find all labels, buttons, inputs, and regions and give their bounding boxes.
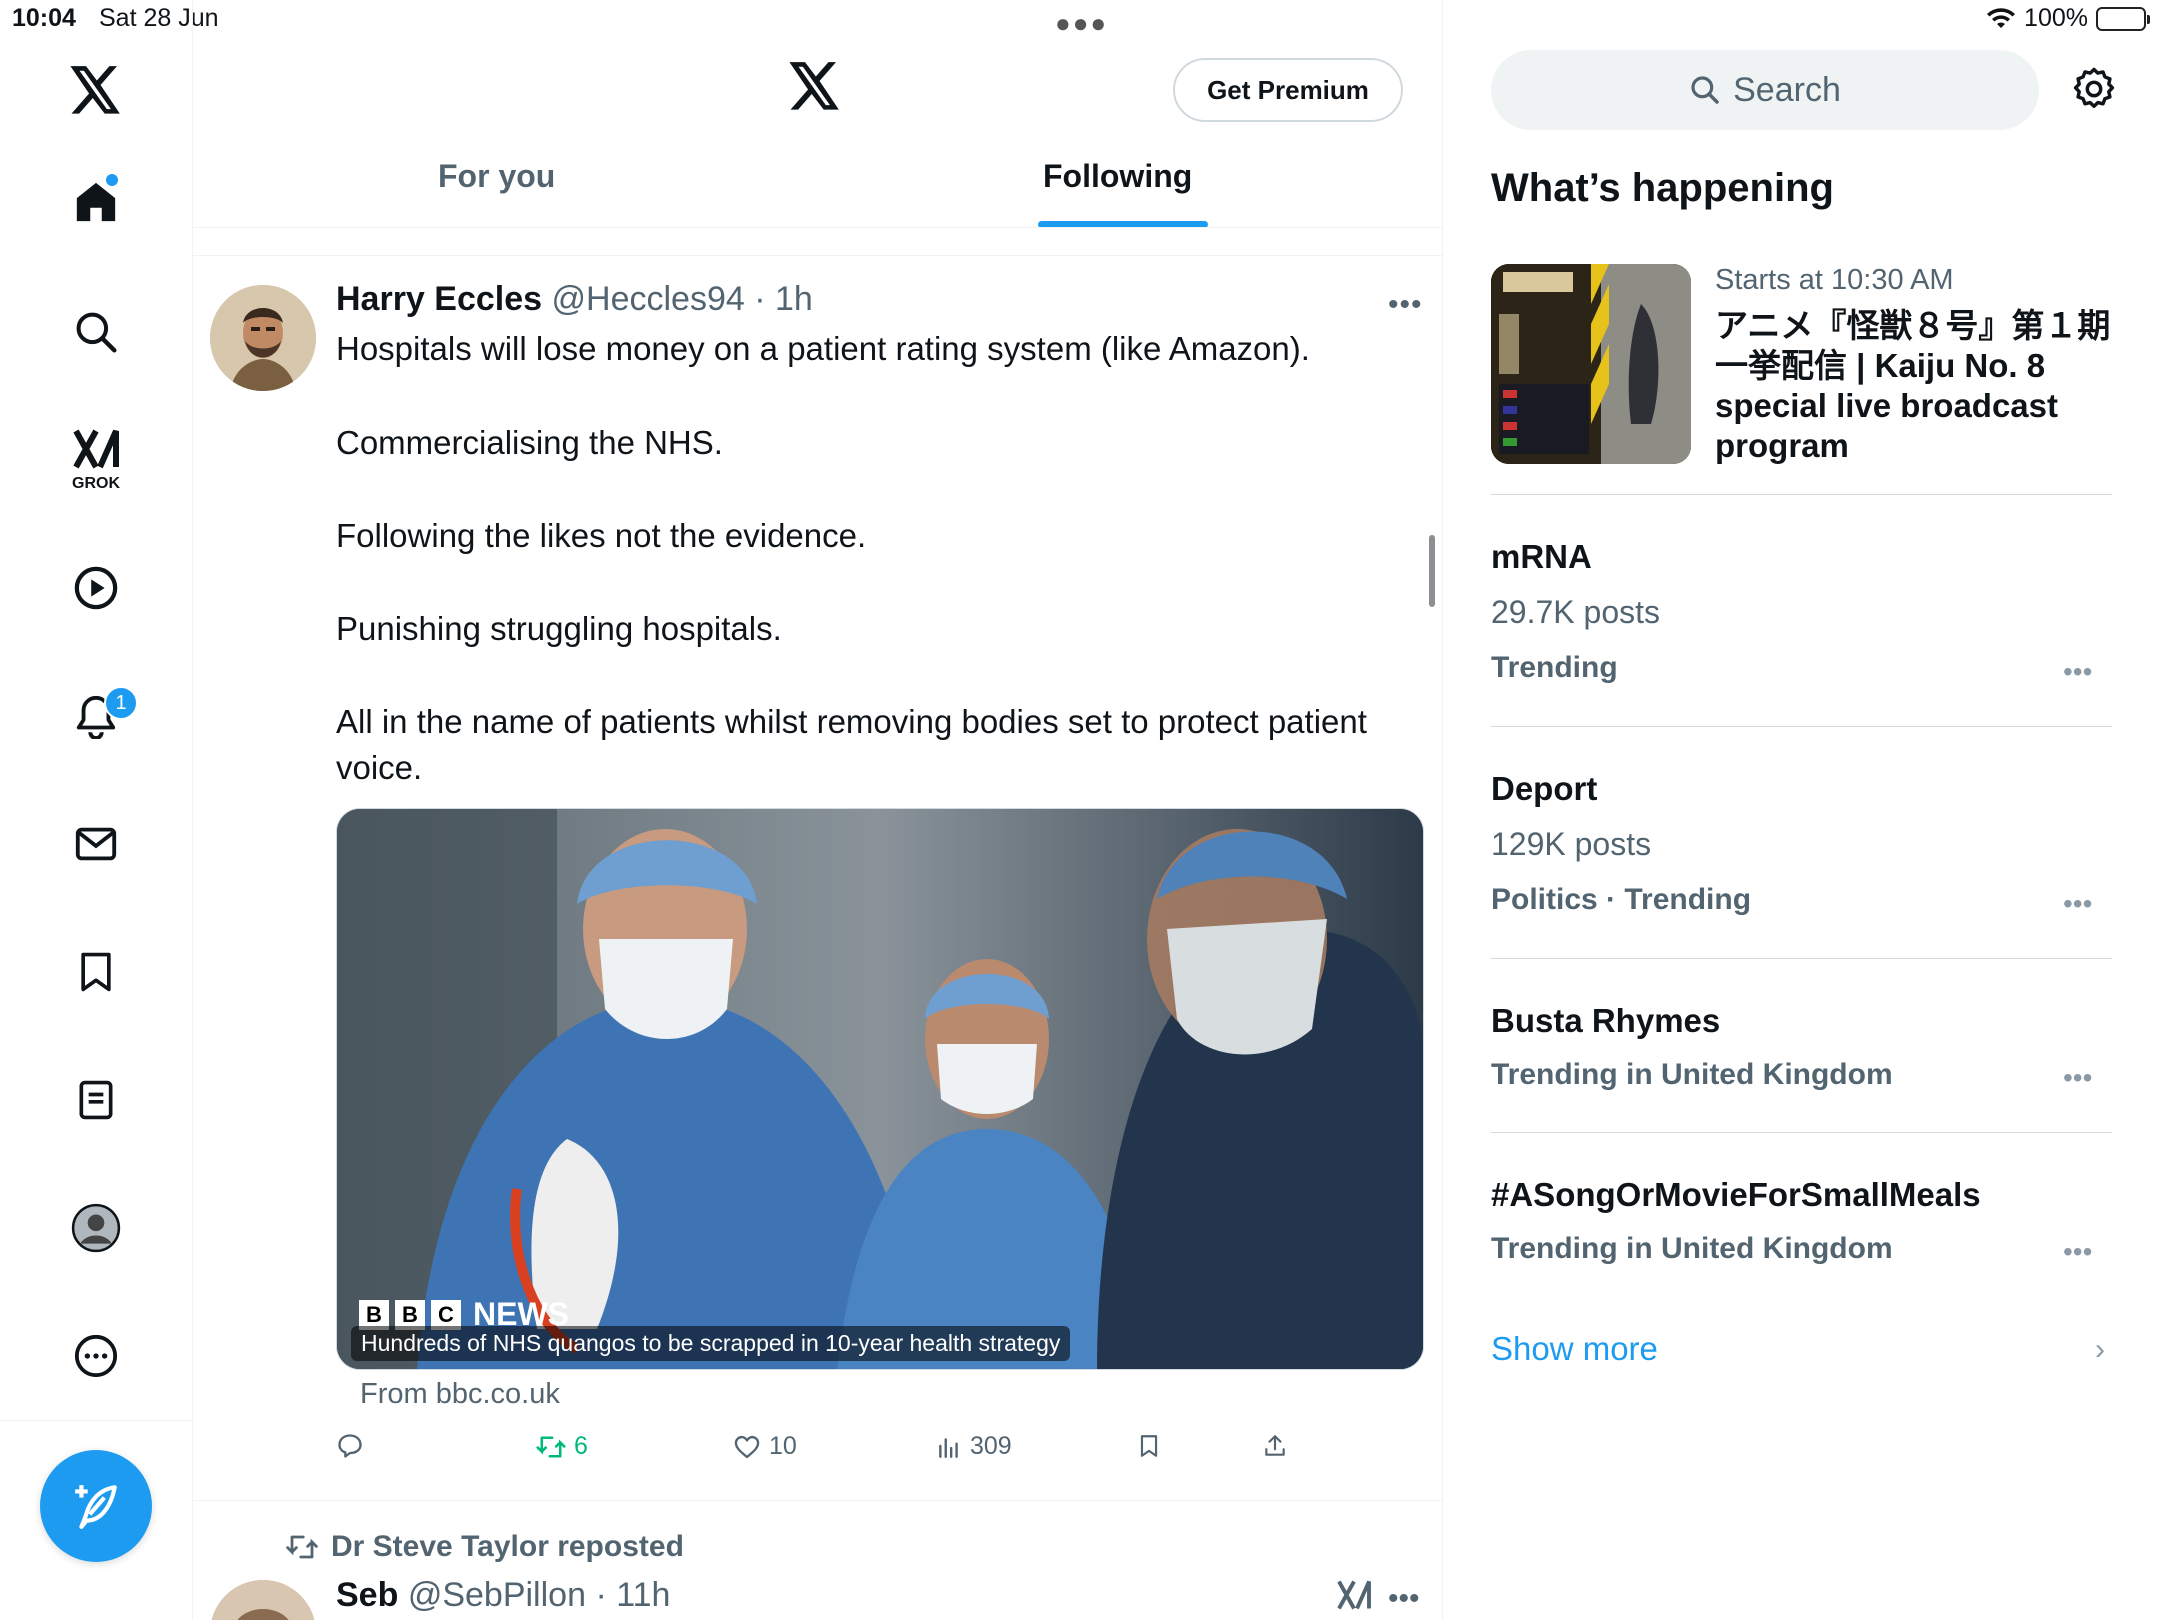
author-avatar[interactable] [210, 285, 316, 391]
grok-icon [73, 429, 119, 469]
post-actions-bar: 6 10 309 [336, 1432, 1336, 1472]
author-name[interactable]: Harry Eccles [336, 280, 542, 318]
search-placeholder: Search [1733, 70, 1841, 109]
bookmarks-icon[interactable] [64, 940, 128, 1004]
like-count: 10 [769, 1432, 797, 1460]
event-thumbnail[interactable] [1491, 264, 1691, 464]
grok-nav-item[interactable]: GROK [64, 420, 128, 500]
post-text-line: Following the likes not the evidence. [336, 517, 867, 554]
post-top-divider [193, 255, 1443, 256]
home-unread-dot [106, 174, 118, 186]
views-count: 309 [970, 1432, 1012, 1460]
x-logo-icon[interactable] [64, 58, 128, 122]
event-start-time: Starts at 10:30 AM [1715, 264, 1954, 296]
trend-name[interactable]: mRNA [1491, 538, 1592, 576]
trend-divider [1491, 494, 2112, 495]
reply-icon [338, 1434, 362, 1458]
like-button[interactable]: 10 [733, 1432, 797, 1461]
trend-post-count: 29.7K posts [1491, 594, 1660, 630]
notifications-badge: 1 [104, 686, 138, 720]
next-author-avatar[interactable] [210, 1580, 316, 1620]
post-text-line: voice. [336, 749, 423, 786]
main-timeline: Get Premium For you Following Harry Eccl… [193, 0, 1443, 1620]
post-time[interactable]: · 1h [754, 280, 813, 318]
bookmark-button[interactable] [1136, 1432, 1162, 1460]
repost-count: 6 [574, 1432, 588, 1460]
compose-feather-icon [75, 1485, 117, 1529]
heart-icon [734, 1435, 760, 1458]
settings-gear-icon[interactable] [2071, 66, 2117, 112]
author-handle[interactable]: @Heccles94 [552, 280, 745, 318]
next-post-header: Seb @SebPillon · 11h [336, 1576, 670, 1615]
show-more-link[interactable]: Show more [1491, 1330, 1658, 1368]
trend-post-count: 129K posts [1491, 826, 1652, 862]
get-premium-button[interactable]: Get Premium [1173, 58, 1403, 122]
repost-context-label: Dr Steve Taylor reposted [331, 1530, 684, 1563]
trend-more-icon[interactable]: ••• [2063, 656, 2092, 688]
next-post-more-icon[interactable]: ••• [1388, 1582, 1420, 1616]
trend-name[interactable]: Deport [1491, 770, 1597, 808]
next-author-handle[interactable]: @SebPillon [408, 1576, 586, 1614]
chevron-right-icon[interactable]: › [2095, 1333, 2105, 1367]
link-card-caption: Hundreds of NHS quangos to be scrapped i… [351, 1326, 1071, 1361]
tab-following[interactable]: Following [1043, 158, 1192, 195]
header-x-logo-icon[interactable] [789, 62, 841, 110]
grok-label: GROK [72, 475, 120, 492]
share-button[interactable] [1262, 1432, 1288, 1460]
timeline-scrollbar[interactable] [1429, 535, 1435, 607]
link-card-source[interactable]: From bbc.co.uk [360, 1378, 560, 1411]
profile-avatar-icon[interactable] [64, 1196, 128, 1260]
trend-more-icon[interactable]: ••• [2063, 1236, 2092, 1268]
post-more-icon[interactable]: ••• [1388, 288, 1423, 322]
post-divider [193, 1500, 1443, 1501]
video-play-icon[interactable] [64, 556, 128, 620]
next-author-name[interactable]: Seb [336, 1576, 398, 1614]
post-header: Harry Eccles @Heccles94 · 1h [336, 280, 813, 319]
search-input[interactable]: Search [1491, 50, 2039, 130]
tab-for-you[interactable]: For you [438, 158, 555, 195]
trend-divider [1491, 726, 2112, 727]
post-text-line: Hospitals will lose money on a patient r… [336, 330, 1310, 367]
explore-search-icon[interactable] [64, 300, 128, 364]
views-chart-icon [939, 1437, 958, 1458]
sidebar-divider [0, 1420, 193, 1421]
repost-icon [536, 1436, 566, 1457]
trend-more-icon[interactable]: ••• [2063, 1062, 2092, 1094]
reply-button[interactable] [336, 1432, 364, 1460]
trend-name[interactable]: #ASongOrMovieForSmallMeals [1491, 1176, 1981, 1214]
views-button[interactable]: 309 [936, 1432, 1012, 1461]
trend-category: Trending [1491, 651, 1618, 684]
repost-context-icon [286, 1535, 318, 1559]
search-icon [1691, 76, 1719, 104]
trend-name[interactable]: Busta Rhymes [1491, 1002, 1720, 1040]
link-card-image[interactable]: BBC NEWS Hundreds of NHS quangos to be s… [336, 808, 1424, 1370]
post-text-line: All in the name of patients whilst remov… [336, 703, 1367, 740]
repost-context[interactable]: Dr Steve Taylor reposted [285, 1530, 684, 1564]
header-divider [193, 227, 1443, 228]
trend-category: Trending in United Kingdom [1491, 1058, 1893, 1091]
left-sidebar: GROK 1 [0, 0, 193, 1620]
messages-envelope-icon[interactable] [64, 812, 128, 876]
event-title[interactable]: アニメ『怪獣８号』第１期一挙配信 | Kaiju No. 8 special l… [1715, 306, 2115, 466]
home-icon[interactable] [64, 170, 128, 234]
trend-category: Trending in United Kingdom [1491, 1232, 1893, 1265]
trend-category: Politics · Trending [1491, 883, 1752, 916]
whats-happening-title: What’s happening [1491, 166, 1834, 210]
trend-divider [1491, 1132, 2112, 1133]
share-icon [1265, 1435, 1285, 1456]
post-text-line: Punishing struggling hospitals. [336, 610, 782, 647]
grok-explain-icon[interactable] [1336, 1578, 1372, 1612]
right-sidebar: Search What’s happening Starts at 10:30 … [1443, 0, 2160, 1620]
bookmark-icon [1140, 1435, 1158, 1457]
more-options-circle-icon[interactable] [64, 1324, 128, 1388]
compose-post-button[interactable] [40, 1450, 152, 1562]
post-text-line: Commercialising the NHS. [336, 424, 723, 461]
repost-button[interactable]: 6 [536, 1432, 588, 1461]
trend-more-icon[interactable]: ••• [2063, 888, 2092, 920]
trend-divider [1491, 958, 2112, 959]
lists-icon[interactable] [64, 1068, 128, 1132]
surgeons-photo [337, 809, 1423, 1369]
next-post-time[interactable]: · 11h [595, 1576, 670, 1614]
